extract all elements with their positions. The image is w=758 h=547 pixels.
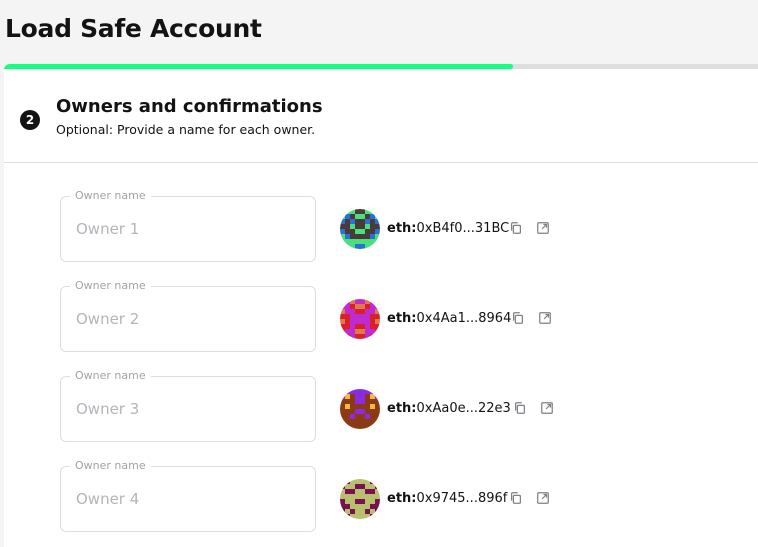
external-link-icon[interactable] bbox=[535, 490, 551, 506]
owner-name-input[interactable] bbox=[76, 490, 296, 508]
owner-row: Owner name eth:0x9745...896f bbox=[4, 459, 758, 532]
owner-name-input[interactable] bbox=[76, 400, 296, 418]
owner-name-label: Owner name bbox=[70, 189, 151, 203]
chain-prefix: eth: bbox=[387, 311, 417, 326]
page-title: Load Safe Account bbox=[5, 14, 262, 43]
owner-row: Owner name eth:0xAa0e...22e3 bbox=[4, 369, 758, 442]
identicon-avatar bbox=[340, 479, 380, 519]
owner-name-label: Owner name bbox=[70, 369, 151, 383]
owner-address: eth:0x4Aa1...8964 bbox=[387, 311, 511, 326]
address-text: 0x4Aa1...8964 bbox=[416, 311, 512, 326]
owner-address: eth:0x9745...896f bbox=[387, 491, 507, 506]
step-number-badge: 2 bbox=[20, 110, 40, 130]
owner-name-field[interactable]: Owner name bbox=[60, 189, 316, 262]
identicon-avatar bbox=[340, 299, 380, 339]
chain-prefix: eth: bbox=[387, 401, 417, 416]
owner-row: Owner name eth:0xB4f0...31BC bbox=[4, 189, 758, 262]
address-text: 0x9745...896f bbox=[416, 491, 508, 506]
copy-icon[interactable] bbox=[508, 490, 524, 506]
step-card: 2 Owners and confirmations Optional: Pro… bbox=[4, 64, 758, 547]
owner-name-field[interactable]: Owner name bbox=[60, 369, 316, 442]
owner-row: Owner name eth:0x4Aa1...8964 bbox=[4, 279, 758, 352]
owner-address: eth:0xAa0e...22e3 bbox=[387, 401, 511, 416]
owner-name-field[interactable]: Owner name bbox=[60, 279, 316, 352]
address-text: 0xAa0e...22e3 bbox=[416, 401, 511, 416]
chain-prefix: eth: bbox=[387, 491, 417, 506]
copy-icon[interactable] bbox=[512, 400, 528, 416]
owner-name-label: Owner name bbox=[70, 279, 151, 293]
chain-prefix: eth: bbox=[387, 221, 417, 236]
step-header: 2 Owners and confirmations Optional: Pro… bbox=[4, 69, 758, 163]
owner-name-input[interactable] bbox=[76, 310, 296, 328]
owner-name-input[interactable] bbox=[76, 220, 296, 238]
external-link-icon[interactable] bbox=[539, 400, 555, 416]
copy-icon[interactable] bbox=[508, 220, 524, 236]
step-title: Owners and confirmations bbox=[56, 96, 323, 117]
address-text: 0xB4f0...31BC bbox=[416, 221, 510, 236]
identicon-avatar bbox=[340, 209, 380, 249]
owner-name-field[interactable]: Owner name bbox=[60, 459, 316, 532]
external-link-icon[interactable] bbox=[537, 310, 553, 326]
copy-icon[interactable] bbox=[510, 310, 526, 326]
owner-name-label: Owner name bbox=[70, 459, 151, 473]
step-subtitle: Optional: Provide a name for each owner. bbox=[56, 122, 316, 137]
external-link-icon[interactable] bbox=[535, 220, 551, 236]
identicon-avatar bbox=[340, 389, 380, 429]
owner-address: eth:0xB4f0...31BC bbox=[387, 221, 509, 236]
